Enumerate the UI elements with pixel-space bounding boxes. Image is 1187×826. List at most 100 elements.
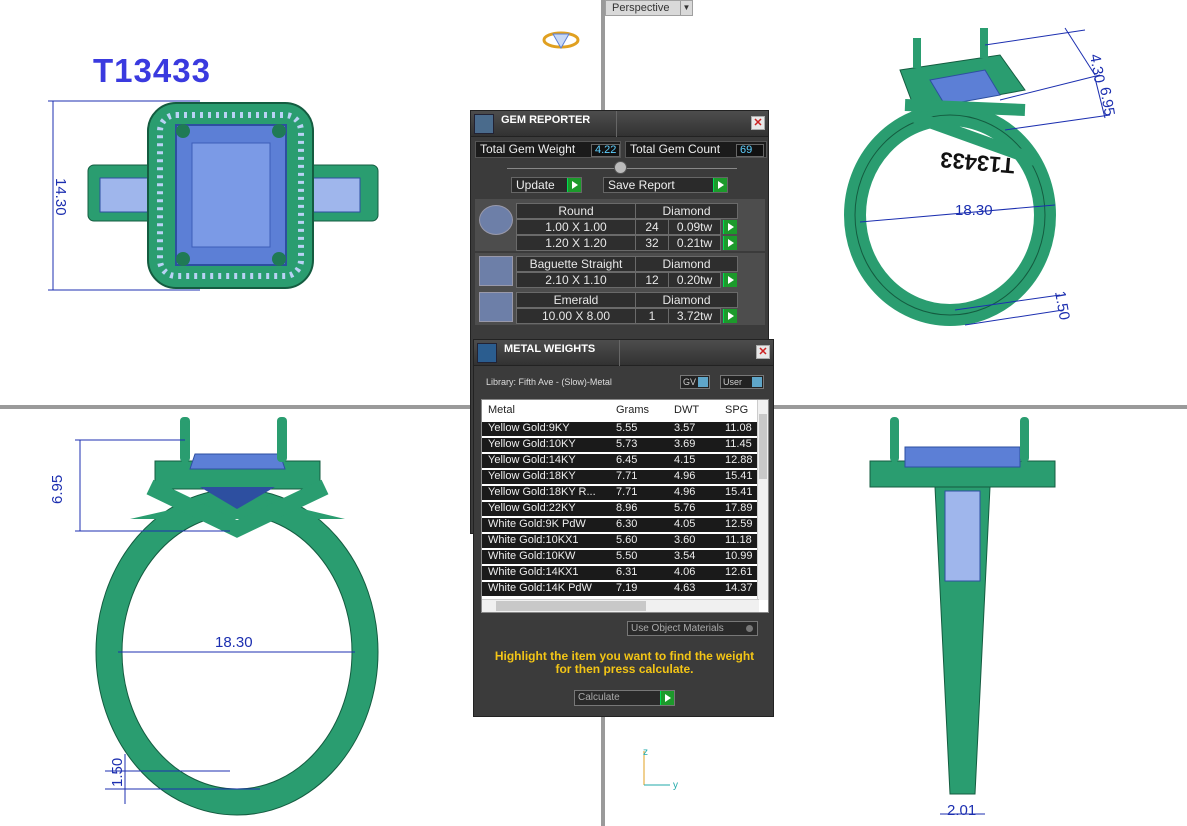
close-icon[interactable]: ✕ <box>751 116 765 130</box>
gem-size-cell: 1.20 X 1.20 <box>516 235 636 251</box>
cell-dwt: 4.63 <box>674 582 696 594</box>
user-toggle[interactable]: User <box>720 375 764 389</box>
cell-dwt: 4.05 <box>674 518 696 530</box>
hint-line-1: Highlight the item you want to find the … <box>494 649 755 663</box>
dim-front-inner-label: 18.30 <box>215 634 253 651</box>
save-report-label: Save Report <box>608 178 675 192</box>
dim-top-label: 4.30 <box>1086 53 1108 85</box>
select-gem-button[interactable] <box>723 273 737 287</box>
view-mode-dropdown[interactable]: Perspective ▼ <box>605 0 693 16</box>
select-gem-button[interactable] <box>723 220 737 234</box>
gem-tw-cell: 0.21tw <box>668 235 721 251</box>
total-count-field: Total Gem Count 69 <box>625 141 767 158</box>
play-icon <box>660 691 674 705</box>
total-weight-value: 4.22 <box>591 144 620 157</box>
play-icon <box>713 178 727 192</box>
table-row[interactable]: White Gold:14K PdW 7.19 4.63 14.37 <box>482 582 760 596</box>
axis-y-label: y <box>673 780 678 791</box>
table-row[interactable]: White Gold:10KW 5.50 3.54 10.99 <box>482 550 760 564</box>
table-row[interactable]: Yellow Gold:10KY 5.73 3.69 11.45 <box>482 438 760 452</box>
gem-count-cell: 1 <box>635 308 669 324</box>
cell-grams: 8.96 <box>616 502 638 514</box>
table-row[interactable]: White Gold:14KX1 6.31 4.06 12.61 <box>482 566 760 580</box>
cell-spg: 12.59 <box>725 518 753 530</box>
cell-metal: Yellow Gold:14KY <box>488 454 576 466</box>
cell-spg: 17.89 <box>725 502 753 514</box>
gem-reporter-titlebar[interactable]: GEM REPORTER ✕ <box>471 111 768 137</box>
gem-tw-cell: 3.72tw <box>668 308 721 324</box>
gem-count-cell: 32 <box>635 235 669 251</box>
cell-metal: Yellow Gold:22KY <box>488 502 576 514</box>
gem-reporter-icon <box>474 114 494 134</box>
metal-table-vscroll[interactable] <box>757 400 768 600</box>
cell-dwt: 5.76 <box>674 502 696 514</box>
cell-grams: 5.73 <box>616 438 638 450</box>
design-id-label: T13433 <box>93 52 211 89</box>
col-dwt[interactable]: DWT <box>674 404 699 416</box>
gem-tw-cell: 0.09tw <box>668 219 721 235</box>
dim-height-label: 14.30 <box>52 178 69 216</box>
cell-grams: 5.50 <box>616 550 638 562</box>
metal-table-hscroll[interactable] <box>482 599 759 612</box>
table-row[interactable]: Yellow Gold:18KY R... 7.71 4.96 15.41 <box>482 486 760 500</box>
table-row[interactable]: Yellow Gold:14KY 6.45 4.15 12.88 <box>482 454 760 468</box>
update-button[interactable]: Update <box>511 177 582 193</box>
cell-grams: 6.31 <box>616 566 638 578</box>
save-report-button[interactable]: Save Report <box>603 177 728 193</box>
table-row[interactable]: White Gold:9K PdW 6.30 4.05 12.59 <box>482 518 760 532</box>
metal-weights-title: METAL WEIGHTS <box>504 343 596 355</box>
gem-tw-cell: 0.20tw <box>668 272 721 288</box>
metal-weights-titlebar[interactable]: METAL WEIGHTS ✕ <box>474 340 773 366</box>
play-icon <box>567 178 581 192</box>
cell-metal: White Gold:9K PdW <box>488 518 586 530</box>
cell-metal: White Gold:14KX1 <box>488 566 579 578</box>
gem-group-baguette[interactable]: Baguette Straight Diamond 2.10 X 1.10 12… <box>475 253 765 289</box>
cell-dwt: 3.60 <box>674 534 696 546</box>
gem-group-round[interactable]: Round Diamond 1.00 X 1.00 24 0.09tw 1.20… <box>475 199 765 251</box>
cell-spg: 10.99 <box>725 550 753 562</box>
select-gem-button[interactable] <box>723 309 737 323</box>
axis-z-label: z <box>643 747 648 758</box>
dim-side-label: 6.95 <box>1096 86 1118 118</box>
dim-bottom-label: 1.50 <box>1051 290 1073 322</box>
metal-table-header: Metal Grams DWT SPG <box>482 400 760 421</box>
col-spg[interactable]: SPG <box>725 404 748 416</box>
cell-grams: 5.60 <box>616 534 638 546</box>
gem-material-cell: Diamond <box>635 256 738 272</box>
cell-spg: 11.18 <box>725 534 752 546</box>
table-row[interactable]: White Gold:10KX1 5.60 3.60 11.18 <box>482 534 760 548</box>
gv-toggle[interactable]: GV <box>680 375 710 389</box>
gem-slider-knob[interactable] <box>614 161 627 174</box>
cell-grams: 7.71 <box>616 486 638 498</box>
close-icon[interactable]: ✕ <box>756 345 770 359</box>
cell-grams: 5.55 <box>616 422 638 434</box>
radio-icon <box>746 625 753 632</box>
metal-table[interactable]: Metal Grams DWT SPG Yellow Gold:9KY 5.55 3… <box>481 399 769 613</box>
table-row[interactable]: Yellow Gold:18KY 7.71 4.96 15.41 <box>482 470 760 484</box>
select-gem-button[interactable] <box>723 236 737 250</box>
table-row[interactable]: Yellow Gold:22KY 8.96 5.76 17.89 <box>482 502 760 516</box>
cell-metal: White Gold:10KX1 <box>488 534 579 546</box>
baguette-gem-icon <box>479 256 513 286</box>
use-object-label: Use Object Materials <box>631 623 724 634</box>
cell-spg: 12.88 <box>725 454 753 466</box>
chevron-down-icon[interactable]: ▼ <box>680 1 692 15</box>
table-row[interactable]: Yellow Gold:9KY 5.55 3.57 11.08 <box>482 422 760 436</box>
gem-size-cell: 1.00 X 1.00 <box>516 219 636 235</box>
cell-spg: 11.08 <box>725 422 752 434</box>
use-object-materials-toggle[interactable]: Use Object Materials <box>627 621 758 636</box>
col-metal[interactable]: Metal <box>488 404 515 416</box>
gem-shape-cell: Emerald <box>516 292 636 308</box>
cell-dwt: 3.69 <box>674 438 696 450</box>
gem-shape-cell: Round <box>516 203 636 219</box>
cell-spg: 15.41 <box>725 470 753 482</box>
library-label: Library: Fifth Ave - (Slow)-Metal <box>486 377 612 387</box>
metal-weights-panel[interactable]: METAL WEIGHTS ✕ Library: Fifth Ave - (Sl… <box>473 339 774 717</box>
hint-line-2: for then press calculate. <box>555 662 694 676</box>
gem-count-cell: 12 <box>635 272 669 288</box>
gem-group-emerald[interactable]: Emerald Diamond 10.00 X 8.00 1 3.72tw <box>475 289 765 325</box>
calculate-button[interactable]: Calculate <box>574 690 675 706</box>
cell-metal: Yellow Gold:18KY <box>488 470 576 482</box>
col-grams[interactable]: Grams <box>616 404 649 416</box>
round-gem-icon <box>479 205 513 235</box>
